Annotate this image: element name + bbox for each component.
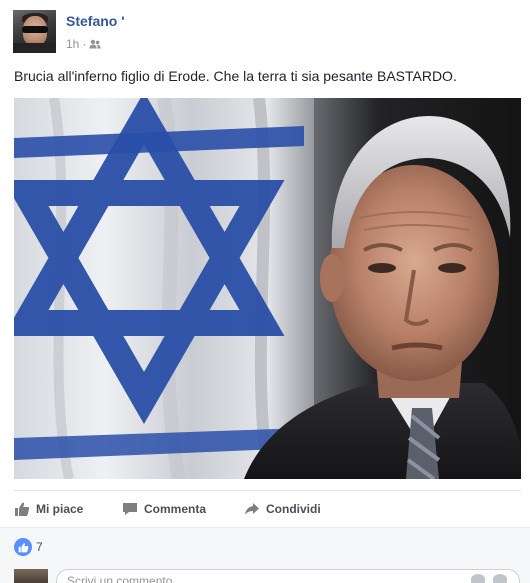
- thumbs-up-icon: [14, 501, 30, 517]
- author-avatar[interactable]: [13, 10, 56, 53]
- avatar-shirt: [13, 43, 56, 53]
- avatar-sunglasses: [22, 26, 48, 33]
- comment-input[interactable]: Scrivi un commento...: [56, 569, 520, 583]
- like-button[interactable]: Mi piace: [14, 501, 83, 517]
- post-photo[interactable]: [14, 98, 521, 479]
- share-button[interactable]: Condividi: [244, 501, 321, 517]
- friends-icon[interactable]: [89, 39, 102, 49]
- post-meta: 1h ·: [66, 37, 102, 51]
- comment-placeholder: Scrivi un commento...: [67, 574, 183, 583]
- meta-separator: ·: [82, 37, 87, 51]
- viewer-avatar: [14, 569, 48, 583]
- like-count: 7: [36, 540, 43, 554]
- comment-icon: [122, 501, 138, 517]
- sticker-icon[interactable]: [493, 574, 507, 583]
- post-text: Brucia all'inferno figlio di Erode. Che …: [14, 68, 457, 84]
- like-count-summary[interactable]: 7: [14, 538, 43, 556]
- facebook-post: Stefano ' 1h · Brucia all'inferno figlio…: [0, 0, 530, 583]
- reactions-bar: 7: [0, 527, 530, 563]
- author-name[interactable]: Stefano ': [66, 13, 125, 29]
- comment-button[interactable]: Commenta: [122, 501, 206, 517]
- post-timestamp[interactable]: 1h: [66, 37, 79, 51]
- like-label: Mi piace: [36, 502, 84, 516]
- comment-label: Commenta: [144, 502, 207, 516]
- comment-composer: Scrivi un commento...: [0, 563, 530, 583]
- like-reaction-icon: [14, 538, 32, 556]
- post-actions-bar: Mi piace Commenta Condividi: [14, 490, 521, 526]
- share-label: Condividi: [266, 502, 321, 516]
- camera-icon[interactable]: [471, 574, 485, 583]
- post-header: Stefano ' 1h ·: [13, 10, 513, 54]
- share-arrow-icon: [244, 501, 260, 517]
